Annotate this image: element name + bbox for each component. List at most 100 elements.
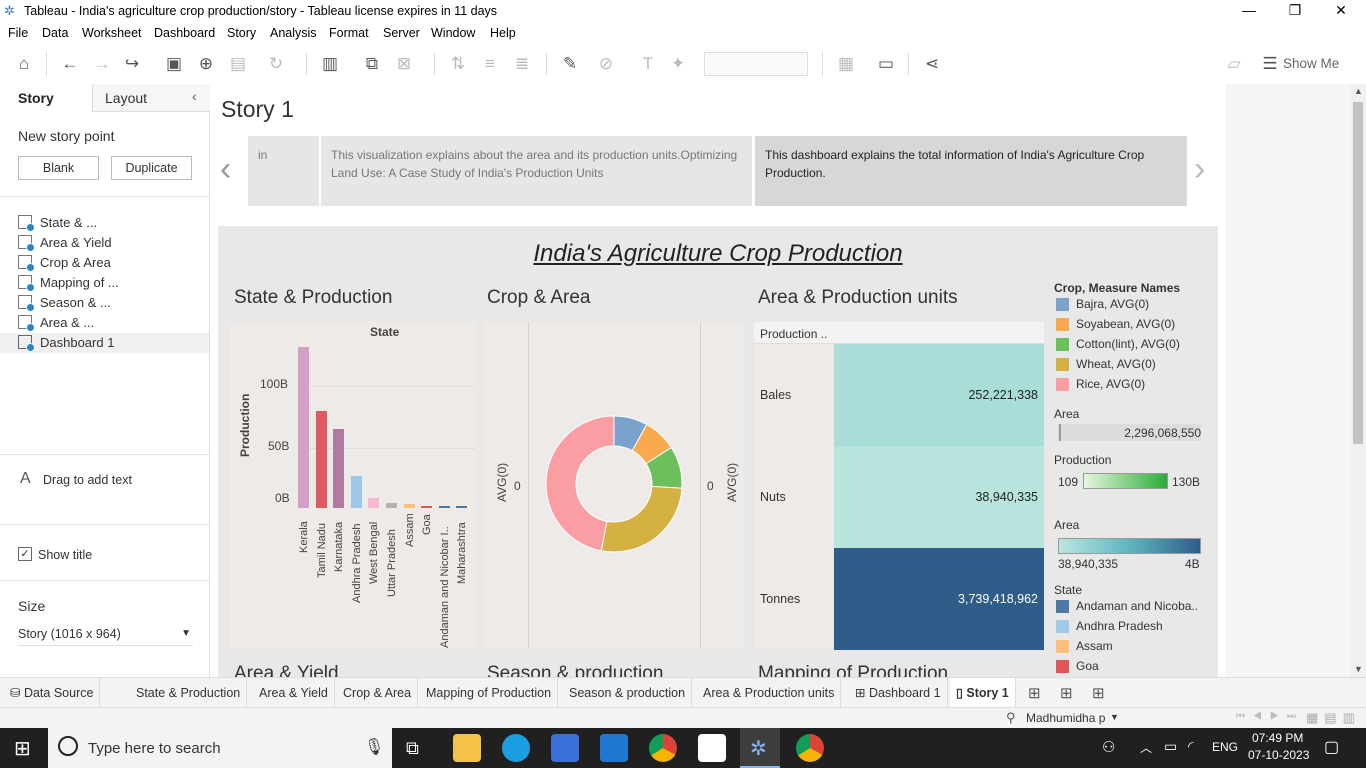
refresh-icon[interactable]: ↻ (264, 52, 288, 76)
sheet-item[interactable]: Crop & Area (18, 253, 208, 273)
legend-item[interactable]: Andhra Pradesh (1076, 619, 1163, 633)
sheet-item-dashboard[interactable]: Dashboard 1 (0, 333, 209, 353)
tableau-taskbar-icon[interactable]: ✲ (740, 728, 780, 768)
drag-to-add-text[interactable]: Drag to add text (43, 473, 132, 487)
fit-dropdown[interactable] (704, 52, 808, 76)
sheet-item[interactable]: Area & Yield (18, 233, 208, 253)
legend-item[interactable]: Goa (1076, 659, 1099, 673)
group-icon[interactable]: ⊘ (594, 52, 618, 76)
tab-story-active[interactable]: ▯ Story 1 (950, 678, 1016, 708)
tab-sheet[interactable]: Mapping of Production (420, 678, 559, 708)
windows-start-icon[interactable]: ⊞ (14, 736, 31, 761)
file-explorer-icon[interactable] (453, 734, 481, 762)
bar[interactable] (403, 504, 415, 508)
scroll-up-icon[interactable]: ▲ (1354, 86, 1363, 96)
home-icon[interactable]: ⌂ (12, 52, 36, 76)
bar[interactable] (368, 498, 380, 508)
undo-icon[interactable]: ← (58, 52, 82, 76)
donut-slice[interactable] (600, 485, 683, 553)
scroll-down-icon[interactable]: ▼ (1354, 664, 1363, 674)
store-icon[interactable] (551, 734, 579, 762)
tab-data-source[interactable]: ⛁ Data Source (4, 678, 101, 708)
app-icon[interactable] (698, 734, 726, 762)
show-cards-icon[interactable]: ▦ (834, 52, 858, 76)
legend-item[interactable]: Cotton(lint), AVG(0) (1076, 337, 1180, 351)
tab-sheet[interactable]: State & Production (130, 678, 248, 708)
clock-date[interactable]: 07-10-2023 (1248, 748, 1309, 762)
bar[interactable] (421, 505, 433, 508)
battery-icon[interactable]: ▭ (1164, 738, 1177, 755)
state-production-chart[interactable]: State Production 100B 50B 0B Kerala Tamil… (230, 322, 475, 648)
mail-icon[interactable] (600, 734, 628, 762)
show-me-icon[interactable]: ☰ (1258, 52, 1282, 76)
user-dropdown-icon[interactable]: ▼ (1110, 712, 1119, 722)
scroll-thumb[interactable] (1353, 102, 1363, 444)
tab-sheet[interactable]: Area & Production units (697, 678, 842, 708)
bar[interactable] (456, 506, 468, 508)
area-size-legend[interactable]: 2,296,068,550 (1058, 424, 1201, 441)
menu-story[interactable]: Story (227, 26, 256, 40)
new-worksheet-icon[interactable]: ▥ (318, 52, 342, 76)
share-icon[interactable]: ⋖ (920, 52, 944, 76)
tab-sheet[interactable]: Crop & Area (337, 678, 419, 708)
taskbar-search[interactable]: Type here to search 🎙 (48, 728, 392, 768)
close-icon[interactable]: ✕ (1326, 2, 1356, 22)
prev-point-arrow-icon[interactable]: ‹ (220, 150, 231, 189)
sort-desc-icon[interactable]: ≣ (510, 52, 534, 76)
chrome-icon[interactable] (796, 734, 824, 762)
menu-worksheet[interactable]: Worksheet (82, 26, 142, 40)
show-me-label[interactable]: Show Me (1283, 56, 1339, 71)
bar[interactable] (386, 503, 397, 508)
pager-icons[interactable]: ⏮◀▶⏭ (1236, 711, 1304, 722)
sheet-item[interactable]: Area & ... (18, 313, 208, 333)
menu-help[interactable]: Help (490, 26, 516, 40)
duplicate-button[interactable]: Duplicate (111, 156, 192, 180)
chrome-icon[interactable] (649, 734, 677, 762)
tab-sheet[interactable]: Area & Yield (253, 678, 335, 708)
people-icon[interactable]: ⚇ (1102, 738, 1115, 756)
sheet-item[interactable]: Mapping of ... (18, 273, 208, 293)
swap-icon[interactable]: ⇅ (446, 52, 470, 76)
edge-icon[interactable] (502, 734, 530, 762)
legend-item[interactable]: Wheat, AVG(0) (1076, 357, 1156, 371)
heat-cell[interactable]: 252,221,338 (834, 344, 1044, 446)
task-view-icon[interactable]: ⧉ (406, 738, 419, 759)
bar[interactable] (350, 475, 362, 508)
size-dropdown[interactable]: Story (1016 x 964) ▼ (18, 626, 193, 646)
bar[interactable] (333, 429, 345, 508)
menu-data[interactable]: Data (42, 26, 68, 40)
pin-icon[interactable]: ✦ (666, 52, 690, 76)
microphone-icon[interactable]: 🎙 (364, 737, 384, 757)
legend-item[interactable]: Andaman and Nicoba.. (1076, 599, 1198, 613)
new-datasource-icon[interactable]: ⊕ (194, 52, 218, 76)
minimize-icon[interactable]: — (1234, 2, 1264, 22)
view-icons[interactable]: ▦▤▥ (1306, 710, 1361, 726)
blank-button[interactable]: Blank (18, 156, 99, 180)
sort-asc-icon[interactable]: ≡ (478, 52, 502, 76)
label-icon[interactable]: T (636, 52, 660, 76)
paint-icon[interactable]: ▱ (1222, 52, 1246, 76)
next-point-arrow-icon[interactable]: › (1194, 150, 1205, 189)
new-story-icon[interactable]: ⊞ (1092, 684, 1105, 702)
replay-icon[interactable]: ↪ (120, 52, 144, 76)
menu-window[interactable]: Window (431, 26, 475, 40)
new-worksheet-icon[interactable]: ⊞ (1028, 684, 1041, 702)
sheet-item[interactable]: Season & ... (18, 293, 208, 313)
bar[interactable] (438, 505, 450, 508)
story-point-caption-active[interactable]: This dashboard explains the total inform… (755, 136, 1187, 206)
sheet-item[interactable]: State & ... (18, 213, 208, 233)
menu-format[interactable]: Format (329, 26, 369, 40)
donut-slice[interactable] (545, 415, 615, 552)
menu-analysis[interactable]: Analysis (270, 26, 317, 40)
crop-area-chart[interactable]: AVG(0) 0 0 AVG(0) (483, 322, 745, 648)
menu-file[interactable]: File (8, 26, 28, 40)
story-point-caption[interactable]: in (248, 136, 319, 206)
save-icon[interactable]: ▣ (162, 52, 186, 76)
presentation-icon[interactable]: ▭ (874, 52, 898, 76)
new-dashboard-icon[interactable]: ⊞ (1060, 684, 1073, 702)
highlight-icon[interactable]: ✎ (558, 52, 582, 76)
duplicate-icon[interactable]: ⧉ (360, 52, 384, 76)
clock-time[interactable]: 07:49 PM (1252, 731, 1303, 745)
language-indicator[interactable]: ENG (1212, 740, 1238, 754)
area-production-units-table[interactable]: Production .. Bales 252,221,338 Nuts 38,940… (754, 322, 1044, 650)
